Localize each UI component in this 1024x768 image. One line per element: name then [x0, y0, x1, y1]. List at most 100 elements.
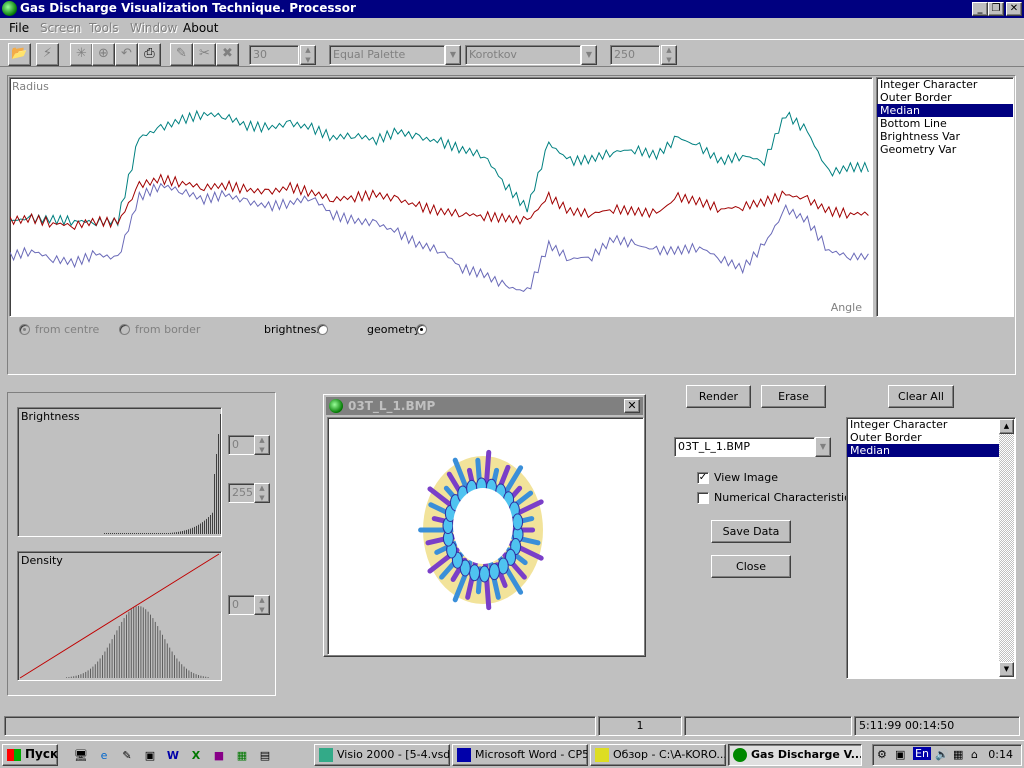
from-centre-radio[interactable]	[19, 324, 30, 335]
excel-icon[interactable]: X	[188, 748, 204, 764]
list-item[interactable]: Integer Character	[847, 418, 999, 431]
save-icon[interactable]: ■	[211, 748, 227, 764]
close-panel-button[interactable]: Close	[711, 555, 791, 578]
tray-icon[interactable]: ▦	[953, 748, 963, 761]
scroll-down-icon[interactable]: ▼	[999, 662, 1014, 677]
histogram-bar	[146, 533, 147, 534]
volume-icon[interactable]: 🔊	[935, 748, 949, 761]
status-time: 5:11:99 00:14:50	[854, 716, 1020, 736]
task-visio[interactable]: Visio 2000 - [5-4.vsd:...	[314, 744, 450, 766]
notepad-icon[interactable]: ✎	[119, 748, 135, 764]
corona-spot	[479, 565, 491, 583]
histogram-bar	[212, 512, 213, 534]
chart-app-icon[interactable]: ▤	[257, 748, 273, 764]
list-item[interactable]: Median	[847, 444, 999, 457]
app-icon[interactable]	[2, 1, 17, 16]
histogram-bar	[111, 639, 113, 678]
histogram-bar	[162, 533, 163, 534]
maximize-button[interactable]: ❐	[988, 2, 1004, 16]
histogram-bar	[108, 533, 109, 534]
window-icon[interactable]: ▣	[142, 748, 158, 764]
language-indicator[interactable]: En	[913, 747, 931, 760]
menu-window[interactable]: Window	[130, 21, 177, 35]
image-window-title-bar[interactable]: 03T_L_1.BMP ✕	[326, 397, 643, 415]
task-label: Обзор - C:\A-KORO...	[613, 748, 726, 761]
histogram-bar	[136, 533, 137, 534]
undo-icon[interactable]: ↶	[115, 43, 138, 66]
view-image-checkbox[interactable]: ✓	[697, 472, 709, 484]
histogram-bar	[178, 531, 179, 534]
histogram-bar	[106, 647, 108, 678]
scroll-up-icon[interactable]: ▲	[999, 419, 1014, 434]
save-data-button[interactable]: Save Data	[711, 520, 791, 543]
value2-spinner[interactable]: ▲ ▼	[661, 45, 677, 65]
task-word[interactable]: Microsoft Word - CP5...	[452, 744, 588, 766]
geometry-radio[interactable]	[416, 324, 427, 335]
open-icon[interactable]: 📂	[8, 43, 31, 66]
histogram-bar	[142, 533, 143, 534]
list-item[interactable]: Bottom Line	[877, 117, 1013, 130]
method-select[interactable]: Korotkov	[465, 45, 581, 65]
start-button[interactable]: Пуск	[2, 744, 58, 766]
menu-screen[interactable]: Screen	[40, 21, 81, 35]
task-explorer[interactable]: Обзор - C:\A-KORO...	[590, 744, 726, 766]
lightning-icon[interactable]: ⚡	[36, 43, 59, 66]
histogram-bar	[144, 533, 145, 534]
finger-core	[453, 488, 513, 564]
desktop-icon[interactable]: 🖥	[73, 748, 89, 764]
minimize-button[interactable]: _	[972, 2, 988, 16]
star-icon[interactable]: ✳	[70, 43, 93, 66]
histogram-bar	[92, 666, 94, 678]
ie-icon[interactable]: e	[96, 748, 112, 764]
list-item[interactable]: Outer Border	[847, 431, 999, 444]
chevron-down-icon[interactable]: ▼	[581, 45, 597, 65]
title-bar: Gas Discharge Visualization Technique. P…	[0, 0, 1024, 18]
tray-icon[interactable]: ▣	[895, 748, 905, 761]
task-gdv[interactable]: Gas Discharge V...	[728, 744, 862, 766]
word-icon[interactable]: W	[165, 748, 181, 764]
histogram-bar	[138, 606, 139, 678]
scissors-icon[interactable]: ✂	[193, 43, 216, 66]
chevron-down-icon[interactable]: ▼	[815, 437, 831, 457]
value2-field[interactable]: 250	[610, 45, 660, 65]
palette-select[interactable]: Equal Palette	[329, 45, 445, 65]
histogram-bar	[120, 533, 121, 534]
print-icon[interactable]: ⎙	[138, 43, 161, 66]
list-item[interactable]: Outer Border	[877, 91, 1013, 104]
tray-icon[interactable]: ⚙	[877, 748, 887, 761]
chevron-down-icon[interactable]: ▼	[445, 45, 461, 65]
characteristic-list[interactable]: Integer Character Outer Border Median ▲ …	[846, 417, 1016, 679]
numerical-checkbox[interactable]	[697, 492, 709, 504]
density-spinner[interactable]: ▲ ▼	[254, 595, 270, 615]
min-spinner[interactable]: ▲ ▼	[254, 435, 270, 455]
value1-spinner[interactable]: ▲ ▼	[300, 45, 316, 65]
image-window-title: 03T_L_1.BMP	[348, 399, 436, 413]
pencil-icon[interactable]: ✎	[170, 43, 193, 66]
max-spinner[interactable]: ▲ ▼	[254, 483, 270, 503]
render-button[interactable]: Render	[686, 385, 751, 408]
list-item[interactable]: Brightness Var	[877, 130, 1013, 143]
histogram-bar	[198, 675, 199, 678]
menu-file[interactable]: File	[9, 21, 29, 35]
menu-about[interactable]: About	[183, 21, 218, 35]
from-border-radio[interactable]	[119, 324, 130, 335]
erase-button[interactable]: Erase	[761, 385, 826, 408]
list-item[interactable]: Median	[877, 104, 1013, 117]
close-button[interactable]: ✕	[1006, 2, 1022, 16]
list-item[interactable]: Geometry Var	[877, 143, 1013, 156]
histogram-bar	[142, 607, 144, 678]
grid-icon[interactable]: ▦	[234, 748, 250, 764]
delete-icon[interactable]: ✖	[216, 43, 239, 66]
target-icon[interactable]: ⊕	[92, 43, 115, 66]
clear-all-button[interactable]: Clear All	[888, 385, 954, 408]
image-window[interactable]: 03T_L_1.BMP ✕	[323, 394, 646, 657]
network-icon[interactable]: ⌂	[971, 748, 978, 761]
scrollbar[interactable]: ▲ ▼	[999, 419, 1014, 677]
series-list[interactable]: Integer Character Outer Border Median Bo…	[876, 77, 1014, 317]
close-icon[interactable]: ✕	[624, 399, 640, 413]
file-combo[interactable]: 03T_L_1.BMP	[674, 437, 815, 457]
brightness-radio[interactable]	[317, 324, 328, 335]
list-item[interactable]: Integer Character	[877, 78, 1013, 91]
value1-field[interactable]: 30	[249, 45, 299, 65]
menu-tools[interactable]: Tools	[89, 21, 119, 35]
